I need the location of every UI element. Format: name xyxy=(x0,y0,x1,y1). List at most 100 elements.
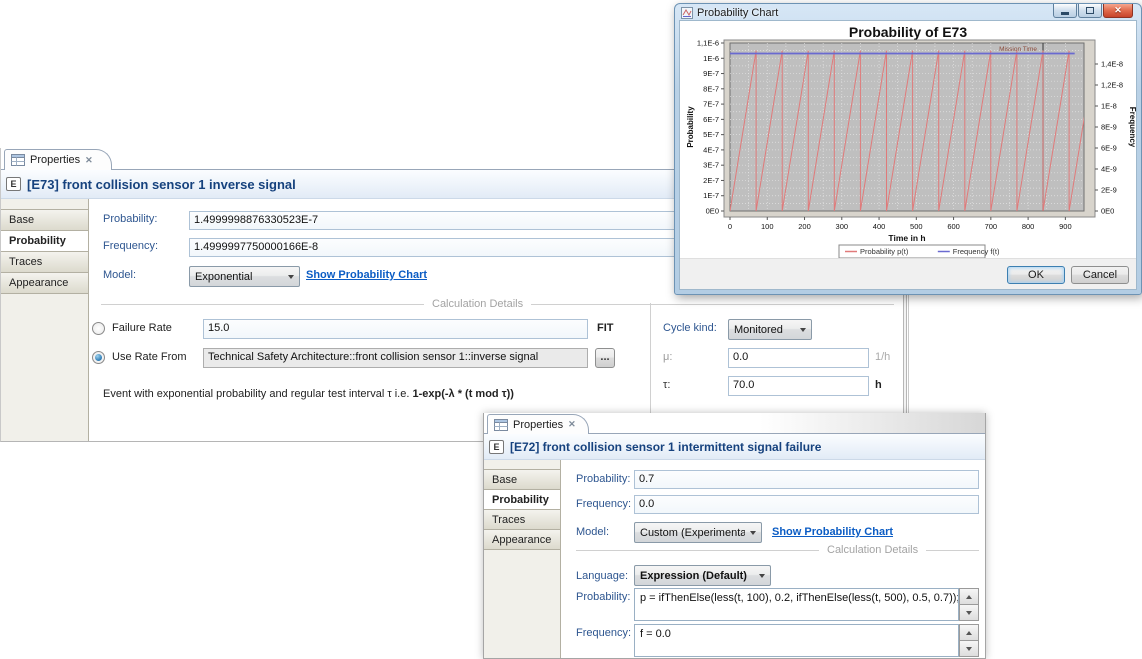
browse-button[interactable]: ... xyxy=(595,348,615,368)
model-dropdown[interactable]: Custom (Experimental) xyxy=(634,522,762,543)
svg-text:6E-9: 6E-9 xyxy=(1101,144,1117,153)
model-label: Model: xyxy=(103,269,136,281)
use-rate-from-radio[interactable] xyxy=(92,351,105,364)
properties-tab[interactable]: Properties ✕ xyxy=(487,414,589,434)
close-icon[interactable]: ✕ xyxy=(568,419,576,430)
show-probability-chart-link[interactable]: Show Probability Chart xyxy=(772,526,893,538)
language-dropdown[interactable]: Expression (Default) xyxy=(634,565,771,586)
model-label: Model: xyxy=(576,526,609,538)
model-dropdown[interactable]: Exponential xyxy=(189,266,300,287)
close-button[interactable]: ✕ xyxy=(1103,4,1133,18)
svg-text:800: 800 xyxy=(1022,222,1035,231)
sidebar-item-appearance[interactable]: Appearance xyxy=(484,530,560,550)
tab-label: Properties xyxy=(513,419,563,431)
sidebar-item-appearance[interactable]: Appearance xyxy=(1,273,88,294)
model-dropdown-value: Exponential xyxy=(190,271,283,283)
right-axis-title: Frequency xyxy=(1128,107,1137,148)
sidebar-item-base[interactable]: Base xyxy=(1,210,88,231)
probability-field[interactable]: 0.7 xyxy=(634,470,979,489)
frequency-expression-label: Frequency: xyxy=(576,627,631,639)
scroll-up-icon[interactable] xyxy=(959,588,979,605)
language-dropdown-value: Expression (Default) xyxy=(635,570,754,582)
sidebar-item-probability[interactable]: Probability xyxy=(1,231,88,252)
probability-label: Probability: xyxy=(576,473,630,485)
chart-window-icon xyxy=(681,7,693,19)
mu-label: μ: xyxy=(663,351,672,363)
svg-text:0E0: 0E0 xyxy=(1101,207,1114,216)
failure-rate-field[interactable]: 15.0 xyxy=(203,319,588,339)
frequency-expression-area[interactable]: f = 0.0 xyxy=(634,624,959,657)
cycle-kind-label: Cycle kind: xyxy=(663,322,717,334)
tab-label: Properties xyxy=(30,154,80,166)
failure-rate-label: Failure Rate xyxy=(112,322,172,334)
mu-unit: 1/h xyxy=(875,351,890,363)
tau-field[interactable]: 70.0 xyxy=(728,376,869,396)
view-body: Base Probability Traces Appearance Proba… xyxy=(484,460,985,658)
svg-text:400: 400 xyxy=(873,222,886,231)
mu-field[interactable]: 0.0 xyxy=(728,348,869,368)
cancel-button[interactable]: Cancel xyxy=(1071,266,1129,284)
chevron-down-icon xyxy=(754,566,770,585)
view-tab-bar: Properties ✕ xyxy=(484,413,985,434)
svg-text:Probability p(t): Probability p(t) xyxy=(860,247,909,256)
svg-text:1,2E-8: 1,2E-8 xyxy=(1101,81,1123,90)
svg-text:2E-9: 2E-9 xyxy=(1101,186,1117,195)
window-controls: ✕ xyxy=(1053,4,1133,18)
left-axis: 1,1E-61E-69E-78E-77E-76E-75E-74E-73E-72E… xyxy=(697,39,724,216)
sidebar-item-base[interactable]: Base xyxy=(484,470,560,490)
maximize-button[interactable] xyxy=(1078,4,1102,18)
use-rate-from-field[interactable]: Technical Safety Architecture::front col… xyxy=(203,348,588,368)
scroll-down-icon[interactable] xyxy=(959,605,979,621)
calculation-details-separator: Calculation Details xyxy=(576,544,979,556)
frequency-expression-scrollbar[interactable] xyxy=(959,624,979,657)
svg-text:1E-7: 1E-7 xyxy=(703,191,719,200)
language-label: Language: xyxy=(576,570,628,582)
chevron-down-icon xyxy=(283,267,299,286)
minimize-button[interactable] xyxy=(1053,4,1077,18)
svg-text:1E-6: 1E-6 xyxy=(703,54,719,63)
event-icon: E xyxy=(6,177,21,191)
frequency-field[interactable]: 0.0 xyxy=(634,495,979,514)
event-icon: E xyxy=(489,440,504,454)
chevron-down-icon xyxy=(795,320,811,339)
tau-label: τ: xyxy=(663,379,670,391)
probability-label: Probability: xyxy=(103,213,157,225)
description-text: Event with exponential probability and r… xyxy=(103,388,412,400)
tau-unit: h xyxy=(875,379,882,391)
cycle-kind-value: Monitored xyxy=(729,324,795,336)
svg-text:3E-7: 3E-7 xyxy=(703,161,719,170)
scroll-up-icon[interactable] xyxy=(959,624,979,641)
svg-text:1E-8: 1E-8 xyxy=(1101,102,1117,111)
svg-text:9E-7: 9E-7 xyxy=(703,69,719,78)
svg-text:6E-7: 6E-7 xyxy=(703,115,719,124)
sidebar-item-traces[interactable]: Traces xyxy=(484,510,560,530)
svg-text:Frequency f(t): Frequency f(t) xyxy=(953,247,1000,256)
left-axis-title: Probability xyxy=(686,106,695,148)
properties-view-e72: Properties ✕ E [E72] front collision sen… xyxy=(483,413,986,659)
close-icon[interactable]: ✕ xyxy=(85,155,93,166)
svg-text:8E-9: 8E-9 xyxy=(1101,123,1117,132)
properties-tab[interactable]: Properties ✕ xyxy=(4,149,112,170)
ok-button[interactable]: OK xyxy=(1007,266,1065,284)
mission-time-label: Mission Time xyxy=(999,46,1037,53)
property-tabs-sidebar: Base Probability Traces Appearance xyxy=(1,199,89,441)
sidebar-item-probability[interactable]: Probability xyxy=(484,490,560,510)
model-dropdown-value: Custom (Experimental) xyxy=(635,527,745,539)
probability-expression-scrollbar[interactable] xyxy=(959,588,979,621)
svg-text:8E-7: 8E-7 xyxy=(703,84,719,93)
probability-expression-area[interactable]: p = ifThenElse(less(t, 100), 0.2, ifThen… xyxy=(634,588,959,621)
svg-text:0: 0 xyxy=(728,222,732,231)
svg-text:0E0: 0E0 xyxy=(706,207,719,216)
scroll-down-icon[interactable] xyxy=(959,641,979,657)
model-description: Event with exponential probability and r… xyxy=(103,388,514,400)
cycle-kind-dropdown[interactable]: Monitored xyxy=(728,319,812,340)
right-axis: 1,4E-81,2E-81E-88E-96E-94E-92E-90E0 xyxy=(1095,60,1123,216)
calculation-details-separator: Calculation Details xyxy=(101,298,894,310)
svg-text:4E-7: 4E-7 xyxy=(703,145,719,154)
sidebar-item-traces[interactable]: Traces xyxy=(1,252,88,273)
show-probability-chart-link[interactable]: Show Probability Chart xyxy=(306,269,427,281)
svg-text:2E-7: 2E-7 xyxy=(703,176,719,185)
svg-text:200: 200 xyxy=(798,222,811,231)
dialog-title: Probability Chart xyxy=(697,7,778,19)
failure-rate-radio[interactable] xyxy=(92,322,105,335)
